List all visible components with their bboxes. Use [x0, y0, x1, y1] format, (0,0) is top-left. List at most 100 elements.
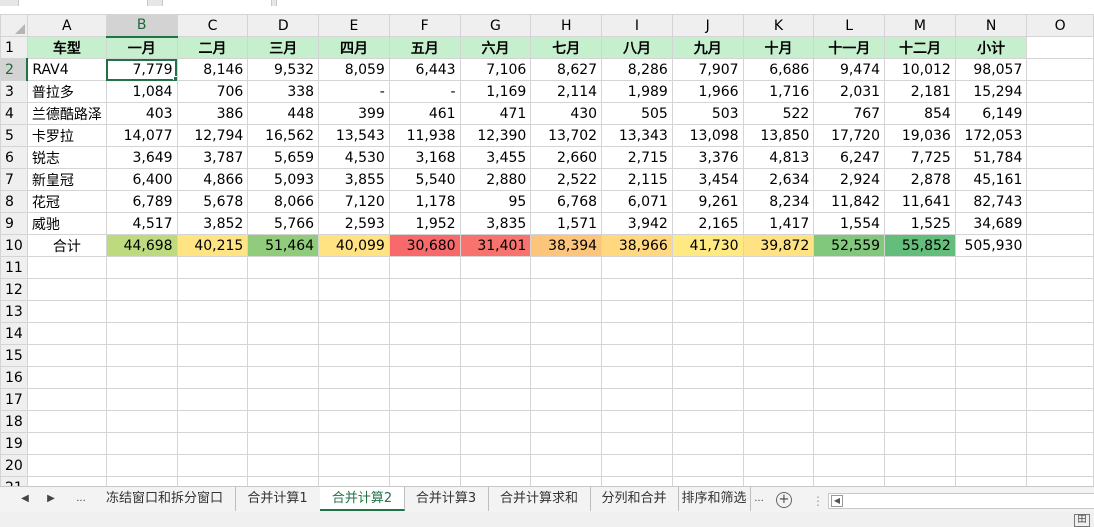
value-cell[interactable]: 4,517 — [105, 212, 178, 235]
value-cell[interactable]: 1,178 — [388, 190, 461, 213]
value-cell[interactable]: 2,924 — [813, 168, 886, 191]
empty-cell[interactable] — [1026, 454, 1094, 477]
total-cell[interactable]: 38,394 — [530, 234, 603, 257]
empty-cell[interactable] — [954, 322, 1028, 345]
empty-cell[interactable] — [742, 454, 815, 477]
empty-cell[interactable] — [530, 432, 603, 455]
total-cell[interactable]: 44,698 — [105, 234, 178, 257]
value-cell[interactable]: 9,261 — [671, 190, 744, 213]
row-header-17[interactable]: 17 — [0, 388, 28, 411]
empty-cell[interactable] — [459, 300, 532, 323]
total-cell[interactable]: 31,401 — [459, 234, 532, 257]
value-cell[interactable]: 2,165 — [671, 212, 744, 235]
value-cell[interactable]: 5,540 — [388, 168, 461, 191]
empty-cell[interactable] — [884, 344, 956, 367]
value-cell[interactable]: 338 — [247, 80, 320, 103]
empty-cell[interactable] — [671, 388, 744, 411]
empty-cell[interactable] — [1026, 58, 1094, 81]
value-cell[interactable]: 3,455 — [459, 146, 532, 169]
model-name-cell[interactable]: RAV4 — [26, 58, 107, 81]
empty-cell[interactable] — [247, 410, 320, 433]
row-header-16[interactable]: 16 — [0, 366, 28, 389]
empty-cell[interactable] — [459, 322, 532, 345]
value-cell[interactable]: 3,649 — [105, 146, 178, 169]
value-cell[interactable]: 5,678 — [176, 190, 249, 213]
empty-cell[interactable] — [176, 388, 249, 411]
column-header-b[interactable]: B — [105, 14, 178, 38]
empty-cell[interactable] — [388, 432, 461, 455]
value-cell[interactable]: 6,071 — [601, 190, 673, 213]
empty-cell[interactable] — [742, 388, 815, 411]
model-name-cell[interactable]: 新皇冠 — [26, 168, 107, 191]
row-header-5[interactable]: 5 — [0, 124, 28, 147]
empty-cell[interactable] — [954, 454, 1028, 477]
value-cell[interactable]: 13,098 — [671, 124, 744, 147]
value-cell[interactable]: 2,878 — [884, 168, 956, 191]
add-sheet-button[interactable]: + — [776, 492, 792, 508]
empty-cell[interactable] — [105, 432, 178, 455]
value-cell[interactable]: 3,787 — [176, 146, 249, 169]
empty-cell[interactable] — [884, 300, 956, 323]
row-header-8[interactable]: 8 — [0, 190, 28, 213]
empty-cell[interactable] — [1026, 190, 1094, 213]
value-cell[interactable]: 767 — [813, 102, 886, 125]
model-name-cell[interactable]: 花冠 — [26, 190, 107, 213]
empty-cell[interactable] — [601, 432, 673, 455]
column-header-h[interactable]: H — [530, 14, 603, 37]
empty-cell[interactable] — [530, 344, 603, 367]
value-cell[interactable]: 3,852 — [176, 212, 249, 235]
empty-cell[interactable] — [459, 366, 532, 389]
model-name-cell[interactable]: 兰德酷路泽 — [26, 102, 107, 125]
empty-cell[interactable] — [742, 366, 815, 389]
total-cell[interactable]: 505,930 — [954, 234, 1028, 257]
column-header-n[interactable]: N — [954, 14, 1028, 37]
select-all-corner[interactable] — [0, 14, 28, 37]
header-cell-h[interactable]: 七月 — [530, 36, 603, 59]
empty-cell[interactable] — [247, 366, 320, 389]
empty-cell[interactable] — [26, 256, 107, 279]
empty-cell[interactable] — [176, 410, 249, 433]
empty-cell[interactable] — [1026, 366, 1094, 389]
header-cell-l[interactable]: 十一月 — [813, 36, 886, 59]
value-cell[interactable]: 13,543 — [318, 124, 390, 147]
sheet-tab[interactable]: 合并计算求和 — [488, 487, 591, 511]
row-header-3[interactable]: 3 — [0, 80, 28, 103]
value-cell[interactable]: 172,053 — [954, 124, 1028, 147]
value-cell[interactable]: 2,660 — [530, 146, 603, 169]
header-cell-e[interactable]: 四月 — [318, 36, 390, 59]
empty-cell[interactable] — [247, 278, 320, 301]
total-cell[interactable]: 41,730 — [671, 234, 744, 257]
empty-cell[interactable] — [1026, 410, 1094, 433]
empty-cell[interactable] — [105, 278, 178, 301]
empty-cell[interactable] — [530, 322, 603, 345]
header-cell-b[interactable]: 一月 — [105, 36, 178, 59]
empty-cell[interactable] — [742, 410, 815, 433]
row-header-11[interactable]: 11 — [0, 256, 28, 279]
value-cell[interactable]: 13,850 — [742, 124, 815, 147]
normal-view-icon[interactable]: 田 — [1074, 514, 1090, 527]
value-cell[interactable]: 9,532 — [247, 58, 320, 81]
row-header-10[interactable]: 10 — [0, 234, 28, 257]
value-cell[interactable]: 8,066 — [247, 190, 320, 213]
empty-cell[interactable] — [176, 366, 249, 389]
empty-cell[interactable] — [742, 322, 815, 345]
prev-sheet-button[interactable]: ◀ — [18, 492, 32, 506]
empty-cell[interactable] — [388, 256, 461, 279]
header-cell-n[interactable]: 小计 — [954, 36, 1028, 59]
column-header-o[interactable]: O — [1026, 14, 1094, 37]
empty-cell[interactable] — [884, 388, 956, 411]
sheet-tab[interactable]: 排序和筛选 — [678, 487, 751, 511]
row-header-4[interactable]: 4 — [0, 102, 28, 125]
sheet-tab[interactable]: 分列和合并 — [590, 487, 679, 511]
empty-cell[interactable] — [105, 256, 178, 279]
empty-cell[interactable] — [26, 388, 107, 411]
value-cell[interactable]: 7,106 — [459, 58, 532, 81]
empty-cell[interactable] — [954, 388, 1028, 411]
value-cell[interactable]: 14,077 — [105, 124, 178, 147]
empty-cell[interactable] — [742, 344, 815, 367]
sheet-tab[interactable]: 合并计算2 — [320, 487, 405, 511]
value-cell[interactable]: 2,715 — [601, 146, 673, 169]
empty-cell[interactable] — [601, 278, 673, 301]
value-cell[interactable]: 8,234 — [742, 190, 815, 213]
empty-cell[interactable] — [105, 322, 178, 345]
